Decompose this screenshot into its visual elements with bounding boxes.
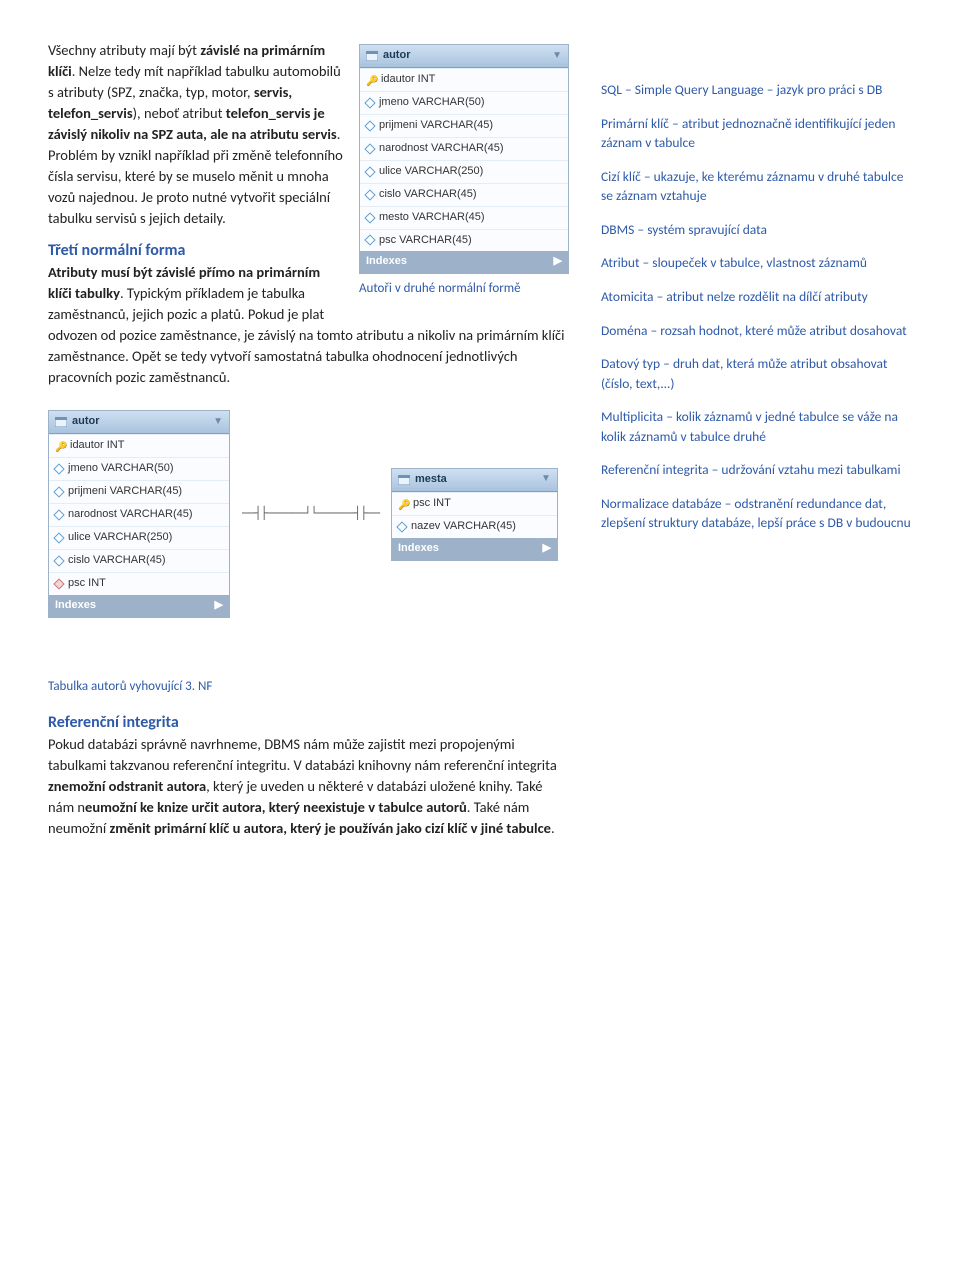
key-icon: 🔑	[55, 441, 65, 451]
column-def: idautor INT	[381, 72, 435, 88]
glossary-item: Cizí klíč – ukazuje, ke kterému záznamu …	[601, 167, 912, 206]
chevron-right-icon: ▶	[215, 598, 223, 614]
paragraph-ref-integrity: Referenční integrita Pokud databázi sprá…	[48, 711, 569, 839]
column-row: jmeno VARCHAR(50)	[49, 457, 229, 480]
table-title: mesta	[415, 472, 447, 488]
diamond-icon	[364, 189, 375, 200]
indexes-label: Indexes	[398, 541, 439, 557]
table-icon	[366, 51, 378, 61]
er-diagram-3nf: autor ▼ 🔑 idautor INT jmeno VARCHAR(50) pri…	[48, 410, 569, 617]
indexes-label: Indexes	[366, 254, 407, 270]
column-row: prijmeni VARCHAR(45)	[49, 480, 229, 503]
column-row: narodnost VARCHAR(45)	[360, 137, 568, 160]
glossary-item: Primární klíč – atribut jednoznačně iden…	[601, 114, 912, 153]
column-def: mesto VARCHAR(45)	[379, 210, 485, 226]
table-body-1: 🔑 idautor INT jmeno VARCHAR(50) prijmeni VA…	[360, 68, 568, 252]
chevron-right-icon: ▶	[554, 254, 562, 270]
diamond-icon	[364, 212, 375, 223]
chevron-right-icon: ▶	[542, 541, 550, 557]
foreign-key-icon	[53, 578, 64, 589]
table-title: autor	[383, 48, 411, 64]
key-icon: 🔑	[398, 499, 408, 509]
heading-third-normal-form: Třetí normální forma	[48, 241, 185, 260]
diamond-icon	[53, 464, 64, 475]
column-def: cislo VARCHAR(45)	[68, 553, 166, 569]
glossary-item: Multiplicita – kolik záznamů v jedné tab…	[601, 407, 912, 446]
column-row: mesto VARCHAR(45)	[360, 206, 568, 229]
column-def: nazev VARCHAR(45)	[411, 519, 516, 535]
heading-ref-integrity: Referenční integrita	[48, 713, 179, 732]
figure-caption: Tabulka autorů vyhovující 3. NF	[48, 678, 569, 697]
glossary-item: Referenční integrita – udržování vztahu …	[601, 460, 912, 480]
table-icon	[55, 417, 67, 427]
column-def: psc VARCHAR(45)	[379, 233, 472, 249]
glossary-item: Normalizace databáze – odstranění redund…	[601, 494, 912, 533]
column-row: 🔑 idautor INT	[49, 434, 229, 457]
table-body-2: 🔑 idautor INT jmeno VARCHAR(50) prijmeni VA…	[49, 434, 229, 595]
column-row: psc INT	[49, 572, 229, 595]
diamond-icon	[53, 532, 64, 543]
column-row: 🔑 psc INT	[392, 492, 557, 515]
column-row: psc VARCHAR(45)	[360, 229, 568, 252]
column-row: cislo VARCHAR(45)	[360, 183, 568, 206]
column-row: prijmeni VARCHAR(45)	[360, 114, 568, 137]
diamond-icon	[53, 555, 64, 566]
column-row: jmeno VARCHAR(50)	[360, 91, 568, 114]
column-def: narodnost VARCHAR(45)	[68, 507, 193, 523]
glossary-list: SQL – Simple Query Language – jazyk pro …	[601, 80, 912, 533]
column-def: psc INT	[413, 496, 451, 512]
column-def: psc INT	[68, 576, 106, 592]
diamond-icon	[53, 487, 64, 498]
column-def: ulice VARCHAR(250)	[68, 530, 172, 546]
er-table-mesta: mesta ▼ 🔑 psc INT nazev VARCHAR(45) Indexe…	[391, 468, 558, 561]
glossary-sidebar: SQL – Simple Query Language – jazyk pro …	[601, 40, 912, 547]
column-def: idautor INT	[70, 438, 124, 454]
er-table-autor: autor ▼ 🔑 idautor INT jmeno VARCHAR(50) pri…	[359, 44, 569, 274]
column-def: cislo VARCHAR(45)	[379, 187, 477, 203]
indexes-label: Indexes	[55, 598, 96, 614]
chevron-down-icon: ▼	[213, 415, 223, 430]
table-icon	[398, 475, 410, 485]
column-def: narodnost VARCHAR(45)	[379, 141, 504, 157]
glossary-item: Datový typ – druh dat, která může atribu…	[601, 354, 912, 393]
column-def: jmeno VARCHAR(50)	[379, 95, 485, 111]
column-def: prijmeni VARCHAR(45)	[379, 118, 493, 134]
table-body-3: 🔑 psc INT nazev VARCHAR(45)	[392, 492, 557, 538]
diamond-icon	[53, 509, 64, 520]
glossary-item: Doména – rozsah hodnot, které může atrib…	[601, 321, 912, 341]
diamond-icon	[364, 120, 375, 131]
column-def: ulice VARCHAR(250)	[379, 164, 483, 180]
figure-caption: Autoři v druhé normální formě	[359, 280, 569, 299]
diamond-icon	[396, 521, 407, 532]
diamond-icon	[364, 97, 375, 108]
chevron-down-icon: ▼	[541, 472, 551, 487]
glossary-item: SQL – Simple Query Language – jazyk pro …	[601, 80, 912, 100]
table-title: autor	[72, 414, 100, 430]
diamond-icon	[364, 235, 375, 246]
column-row: nazev VARCHAR(45)	[392, 515, 557, 538]
column-row: 🔑 idautor INT	[360, 68, 568, 91]
glossary-item: Atomicita – atribut nelze rozdělit na dí…	[601, 287, 912, 307]
column-row: narodnost VARCHAR(45)	[49, 503, 229, 526]
column-row: cislo VARCHAR(45)	[49, 549, 229, 572]
er-table-autor-3nf: autor ▼ 🔑 idautor INT jmeno VARCHAR(50) pri…	[48, 410, 230, 617]
key-icon: 🔑	[366, 75, 376, 85]
diamond-icon	[364, 143, 375, 154]
glossary-item: DBMS – systém spravující data	[601, 220, 912, 240]
column-def: prijmeni VARCHAR(45)	[68, 484, 182, 500]
column-def: jmeno VARCHAR(50)	[68, 461, 174, 477]
chevron-down-icon: ▼	[552, 49, 562, 64]
column-row: ulice VARCHAR(250)	[360, 160, 568, 183]
diamond-icon	[364, 166, 375, 177]
column-row: ulice VARCHAR(250)	[49, 526, 229, 549]
relation-connector: ──┤├──────┘└──────┤├──	[242, 505, 379, 522]
glossary-item: Atribut – sloupeček v tabulce, vlastnost…	[601, 253, 912, 273]
